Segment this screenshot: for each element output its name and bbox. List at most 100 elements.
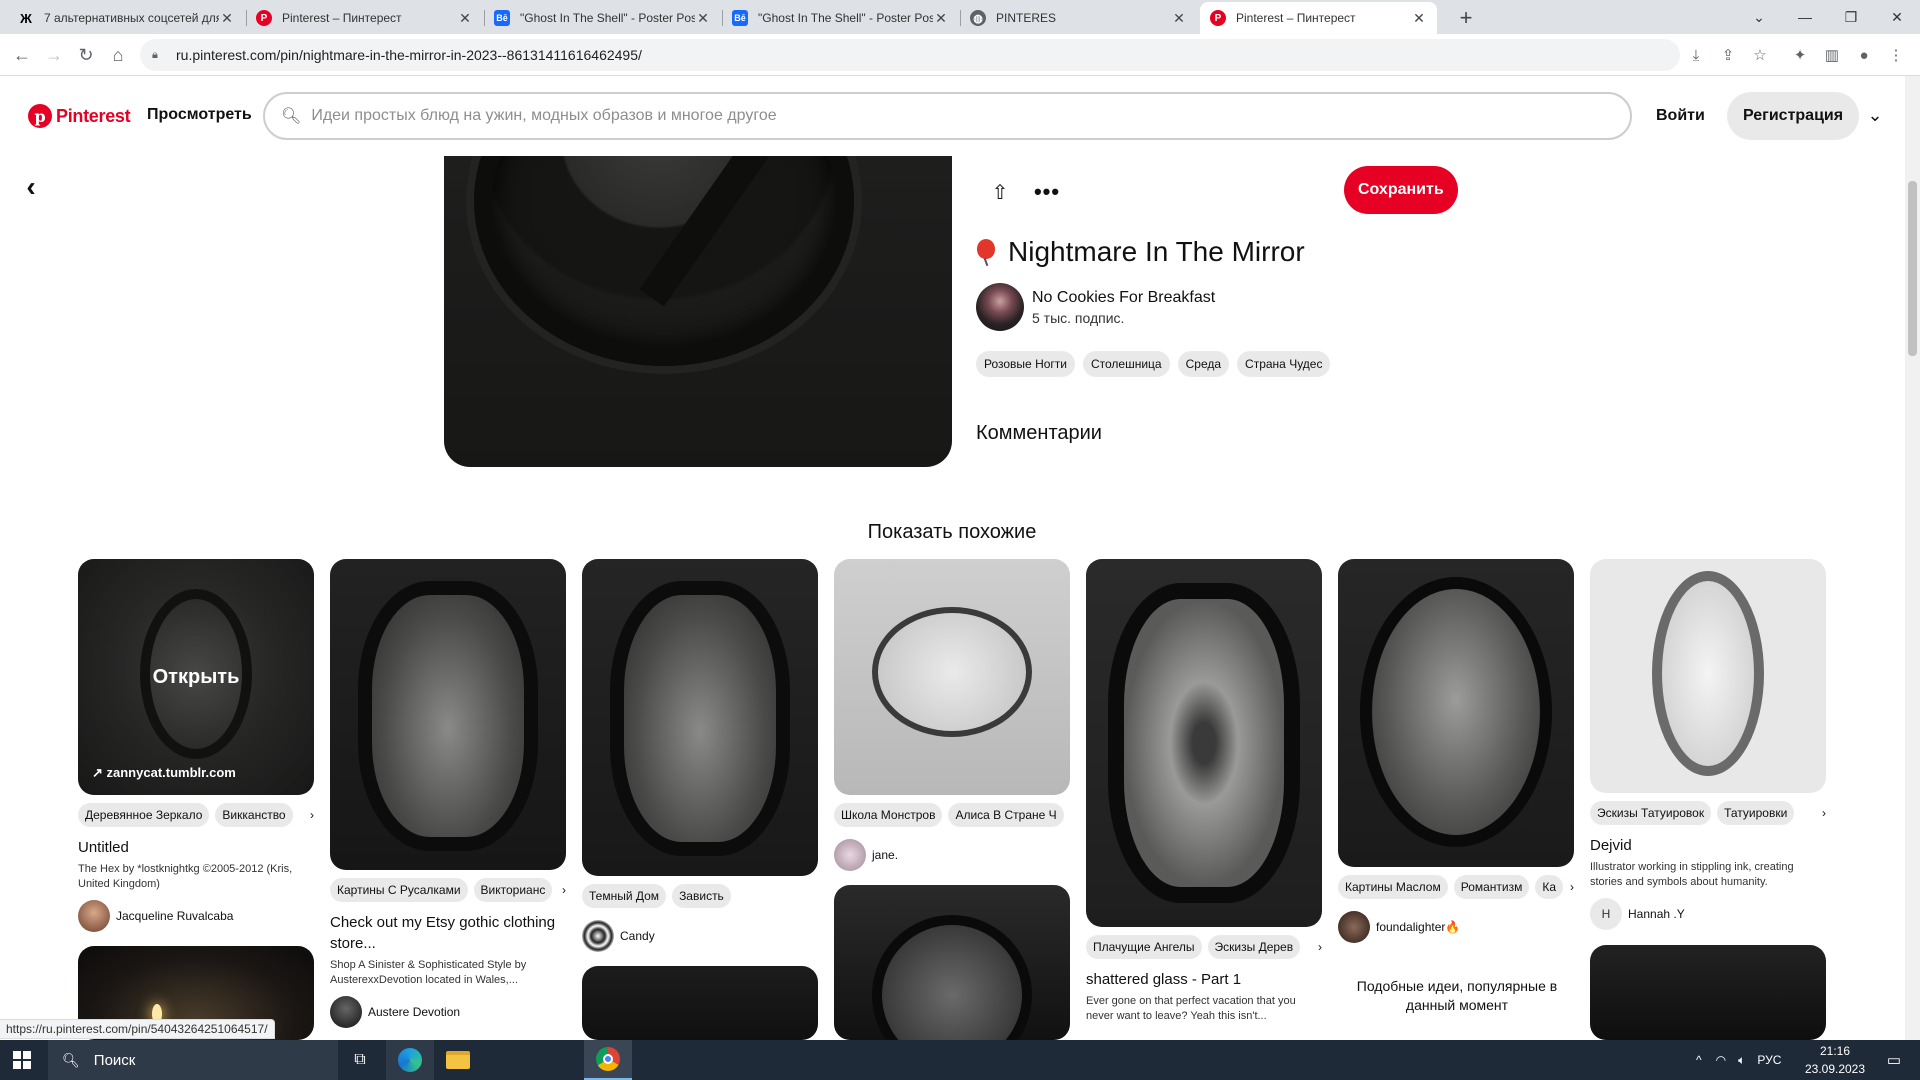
chevron-right-icon[interactable]: › bbox=[1570, 880, 1574, 894]
card-title[interactable]: Dejvid bbox=[1590, 835, 1826, 856]
chevron-right-icon[interactable]: › bbox=[1318, 940, 1322, 954]
install-icon[interactable]: ⤓ bbox=[1682, 41, 1710, 69]
pin-card[interactable]: Эскизы Татуировок Татуировки › Dejvid Il… bbox=[1590, 559, 1826, 930]
wifi-icon[interactable]: ◠ bbox=[1716, 1053, 1726, 1067]
extensions-puzzle-icon[interactable]: ✦ bbox=[1786, 41, 1814, 69]
menu-kebab-icon[interactable]: ⋮ bbox=[1882, 41, 1910, 69]
file-explorer-icon[interactable] bbox=[434, 1040, 482, 1080]
close-icon[interactable]: ✕ bbox=[1411, 10, 1427, 27]
chrome-icon[interactable] bbox=[584, 1040, 632, 1080]
notifications-icon[interactable]: ▭ bbox=[1870, 1040, 1918, 1080]
back-chevron-icon[interactable]: ‹ bbox=[14, 170, 48, 204]
pin-thumbnail[interactable] bbox=[834, 559, 1070, 795]
chevron-up-icon[interactable]: ^ bbox=[1696, 1053, 1702, 1067]
search-bar[interactable]: 🔍︎ bbox=[263, 92, 1632, 140]
pin-card[interactable]: Картины Маслом Романтизм Ка › foundaligh… bbox=[1338, 559, 1574, 943]
tag-chip[interactable]: Темный Дом bbox=[582, 884, 667, 908]
tag-chip[interactable]: Эскизы Татуировок bbox=[1590, 801, 1712, 825]
tag-chip[interactable]: Картины С Русалками bbox=[330, 878, 468, 902]
card-user[interactable]: Austere Devotion bbox=[330, 996, 566, 1028]
tag-chip[interactable]: Среда bbox=[1177, 351, 1230, 377]
volume-icon[interactable]: 🔈︎ bbox=[1738, 1053, 1745, 1068]
external-link[interactable]: ↗ zannycat.tumblr.com bbox=[92, 765, 236, 781]
side-panel-icon[interactable]: ▥ bbox=[1818, 41, 1846, 69]
pin-thumbnail[interactable] bbox=[1338, 559, 1574, 867]
browser-tab[interactable]: Ж 7 альтернативных соцсетей для ✕ bbox=[8, 2, 245, 34]
card-user[interactable]: jane. bbox=[834, 839, 1070, 871]
card-user[interactable]: foundalighter🔥 bbox=[1338, 911, 1574, 943]
pin-card[interactable]: Школа Монстров Алиса В Стране Ч › jane. bbox=[834, 559, 1070, 871]
pin-thumbnail[interactable] bbox=[1086, 559, 1322, 927]
tag-chip[interactable]: Плачущие Ангелы bbox=[1086, 935, 1202, 959]
author-name[interactable]: No Cookies For Breakfast bbox=[1032, 289, 1215, 307]
forward-arrow-icon[interactable]: → bbox=[40, 41, 68, 69]
chevron-right-icon[interactable]: › bbox=[1822, 806, 1826, 820]
tab-search-chevron-icon[interactable]: ⌄ bbox=[1736, 0, 1782, 34]
card-user[interactable]: H Hannah .Y bbox=[1590, 898, 1826, 930]
pin-thumbnail[interactable] bbox=[330, 559, 566, 870]
browser-tab-active[interactable]: P Pinterest – Пинтерест ✕ bbox=[1200, 2, 1437, 34]
close-icon[interactable]: ✕ bbox=[1171, 10, 1187, 27]
back-arrow-icon[interactable]: ← bbox=[8, 41, 36, 69]
signup-button[interactable]: Регистрация bbox=[1727, 92, 1860, 140]
minimize-icon[interactable]: — bbox=[1782, 0, 1828, 34]
close-icon[interactable]: ✕ bbox=[219, 10, 235, 27]
edge-icon[interactable] bbox=[386, 1040, 434, 1080]
open-overlay[interactable]: Открыть bbox=[78, 559, 314, 795]
tag-chip[interactable]: Деревянное Зеркало bbox=[78, 803, 210, 827]
chevron-right-icon[interactable]: › bbox=[562, 883, 566, 897]
bookmark-star-icon[interactable]: ☆ bbox=[1746, 41, 1774, 69]
close-icon[interactable]: ✕ bbox=[695, 10, 711, 27]
pin-card[interactable]: Темный Дом Зависть Candy bbox=[582, 559, 818, 952]
tag-chip[interactable]: Ка bbox=[1535, 875, 1564, 899]
tag-chip[interactable]: Романтизм bbox=[1453, 875, 1530, 899]
pin-card[interactable] bbox=[834, 885, 1070, 1040]
pin-thumbnail[interactable]: Открыть ↗ zannycat.tumblr.com bbox=[78, 559, 314, 795]
pin-card[interactable]: Открыть ↗ zannycat.tumblr.com Деревянное… bbox=[78, 559, 314, 932]
share-icon[interactable]: ⇧ bbox=[986, 178, 1014, 206]
tag-chip[interactable]: Алиса В Стране Ч bbox=[948, 803, 1064, 827]
close-icon[interactable]: ✕ bbox=[457, 10, 473, 27]
login-button[interactable]: Войти bbox=[1640, 92, 1721, 140]
pin-thumbnail[interactable] bbox=[1590, 559, 1826, 793]
language-indicator[interactable]: РУС bbox=[1757, 1053, 1781, 1067]
reload-icon[interactable]: ↻ bbox=[72, 41, 100, 69]
tag-chip[interactable]: Зависть bbox=[672, 884, 731, 908]
pin-thumbnail[interactable] bbox=[582, 559, 818, 876]
tag-chip[interactable]: Столешница bbox=[1082, 351, 1170, 377]
tag-chip[interactable]: Викканство bbox=[215, 803, 293, 827]
card-title[interactable]: Untitled bbox=[78, 837, 314, 858]
tag-chip[interactable]: Страна Чудес bbox=[1237, 351, 1331, 377]
save-button[interactable]: Сохранить bbox=[1344, 166, 1458, 214]
pin-thumbnail[interactable] bbox=[1590, 945, 1826, 1040]
tag-chip[interactable]: Школа Монстров bbox=[834, 803, 943, 827]
tag-chip[interactable]: Картины Маслом bbox=[1338, 875, 1448, 899]
card-user[interactable]: Candy bbox=[582, 920, 818, 952]
pin-image[interactable] bbox=[444, 156, 952, 467]
profile-icon[interactable]: ● bbox=[1850, 41, 1878, 69]
explore-link[interactable]: Просмотреть bbox=[147, 106, 252, 124]
browser-tab[interactable]: P Pinterest – Пинтерест ✕ bbox=[246, 2, 483, 34]
tag-chip[interactable]: Татуировки bbox=[1717, 801, 1795, 825]
share-page-icon[interactable]: ⇪ bbox=[1714, 41, 1742, 69]
close-icon[interactable]: ✕ bbox=[933, 10, 949, 27]
browser-tab[interactable]: ◍ PINTERES ✕ bbox=[960, 2, 1197, 34]
pin-card[interactable] bbox=[1590, 945, 1826, 1040]
window-close-icon[interactable]: ✕ bbox=[1874, 0, 1920, 34]
task-view-icon[interactable]: ⧉ bbox=[336, 1040, 384, 1080]
comments-heading[interactable]: Комментарии bbox=[976, 422, 1102, 445]
restore-icon[interactable]: ❐ bbox=[1828, 0, 1874, 34]
pin-card[interactable] bbox=[582, 966, 818, 1040]
pin-card[interactable]: Плачущие Ангелы Эскизы Дерев › shattered… bbox=[1086, 559, 1322, 1024]
card-title[interactable]: Check out my Etsy gothic clothing store.… bbox=[330, 912, 566, 954]
new-tab-plus-icon[interactable]: + bbox=[1452, 4, 1480, 32]
search-input[interactable] bbox=[311, 107, 1630, 125]
pin-card[interactable]: Картины С Русалками Викторианс › Check o… bbox=[330, 559, 566, 1028]
browser-tab[interactable]: Bē "Ghost In The Shell" - Poster Pos ✕ bbox=[722, 2, 959, 34]
taskbar-search[interactable]: 🔍︎ Поиск bbox=[48, 1040, 338, 1080]
author-avatar[interactable] bbox=[976, 283, 1024, 331]
tag-chip[interactable]: Эскизы Дерев bbox=[1207, 935, 1301, 959]
tag-chip[interactable]: Розовые Ногти bbox=[976, 351, 1075, 377]
windows-start-icon[interactable] bbox=[0, 1040, 44, 1080]
pinterest-logo[interactable]: p Pinterest bbox=[28, 104, 131, 128]
